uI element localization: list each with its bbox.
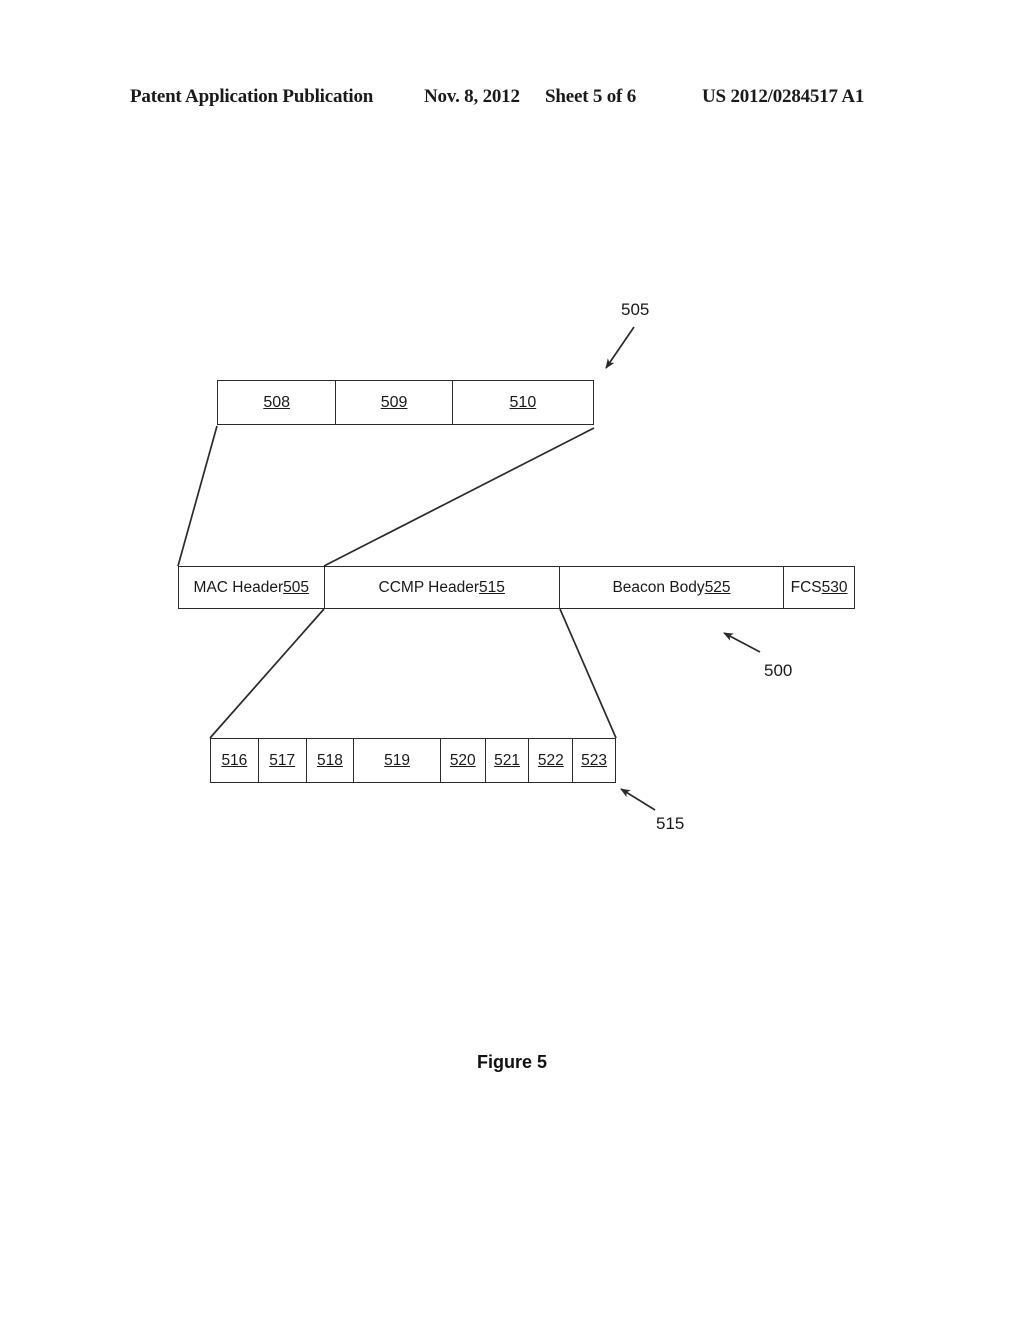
callout-arrow-505 bbox=[605, 326, 635, 369]
leader-line-mac-left bbox=[177, 425, 218, 567]
cell-ref: 518 bbox=[316, 751, 343, 769]
callout-arrow-515 bbox=[620, 788, 656, 811]
detail-cell-519[interactable]: 519 bbox=[354, 739, 441, 782]
callout-label-515: 515 bbox=[656, 814, 685, 833]
frame-cell-beacon-body[interactable]: Beacon Body 525 bbox=[560, 567, 785, 608]
cell-ref: 521 bbox=[494, 751, 520, 769]
cell-label: CCMP Header bbox=[378, 578, 480, 596]
cell-ref: 517 bbox=[269, 751, 296, 769]
detail-cell-521[interactable]: 521 bbox=[486, 739, 530, 782]
frame-cell-mac-header[interactable]: MAC Header 505 bbox=[179, 567, 325, 608]
detail-cell-508[interactable]: 508 bbox=[218, 381, 337, 424]
detail-cell-510[interactable]: 510 bbox=[453, 381, 593, 424]
cell-ref: 522 bbox=[537, 751, 564, 769]
detail-cell-520[interactable]: 520 bbox=[441, 739, 486, 782]
cell-ref: 515 bbox=[479, 578, 505, 596]
cell-ref: 523 bbox=[581, 751, 608, 769]
beacon-frame-box: MAC Header 505 CCMP Header 515 Beacon Bo… bbox=[178, 566, 855, 609]
ccmp-header-detail-box: 516 517 518 519 520 521 522 523 bbox=[210, 738, 616, 783]
frame-cell-fcs[interactable]: FCS 530 bbox=[784, 567, 854, 608]
cell-ref: 516 bbox=[221, 751, 248, 769]
detail-cell-516[interactable]: 516 bbox=[211, 739, 259, 782]
leader-lines-layer bbox=[177, 326, 761, 811]
detail-cell-517[interactable]: 517 bbox=[259, 739, 307, 782]
leader-line-ccmp-right bbox=[559, 608, 617, 739]
figure-5-drawing: 508 509 510 MAC Header 505 CCMP Header 5… bbox=[0, 0, 1024, 1320]
detail-cell-522[interactable]: 522 bbox=[529, 739, 574, 782]
cell-ref: 530 bbox=[821, 578, 848, 596]
callout-label-500: 500 bbox=[764, 661, 793, 680]
leader-line-mac-right bbox=[323, 427, 595, 567]
cell-ref: 510 bbox=[509, 393, 537, 411]
cell-label: FCS bbox=[790, 578, 822, 596]
cell-label: Beacon Body bbox=[612, 578, 705, 596]
leader-line-ccmp-left bbox=[209, 608, 325, 739]
detail-cell-518[interactable]: 518 bbox=[307, 739, 355, 782]
cell-ref: 508 bbox=[263, 393, 291, 411]
cell-ref: 520 bbox=[449, 751, 476, 769]
detail-cell-523[interactable]: 523 bbox=[573, 739, 615, 782]
figure-caption: Figure 5 bbox=[476, 1052, 547, 1072]
cell-ref: 519 bbox=[384, 751, 411, 769]
frame-cell-ccmp-header[interactable]: CCMP Header 515 bbox=[325, 567, 560, 608]
mac-header-detail-box: 508 509 510 bbox=[217, 380, 594, 425]
cell-ref: 505 bbox=[283, 578, 310, 596]
callout-label-505: 505 bbox=[621, 300, 650, 319]
cell-label: MAC Header bbox=[193, 578, 284, 596]
cell-ref: 509 bbox=[380, 393, 408, 411]
detail-cell-509[interactable]: 509 bbox=[336, 381, 453, 424]
cell-ref: 525 bbox=[704, 578, 731, 596]
callout-arrow-500 bbox=[723, 632, 761, 653]
